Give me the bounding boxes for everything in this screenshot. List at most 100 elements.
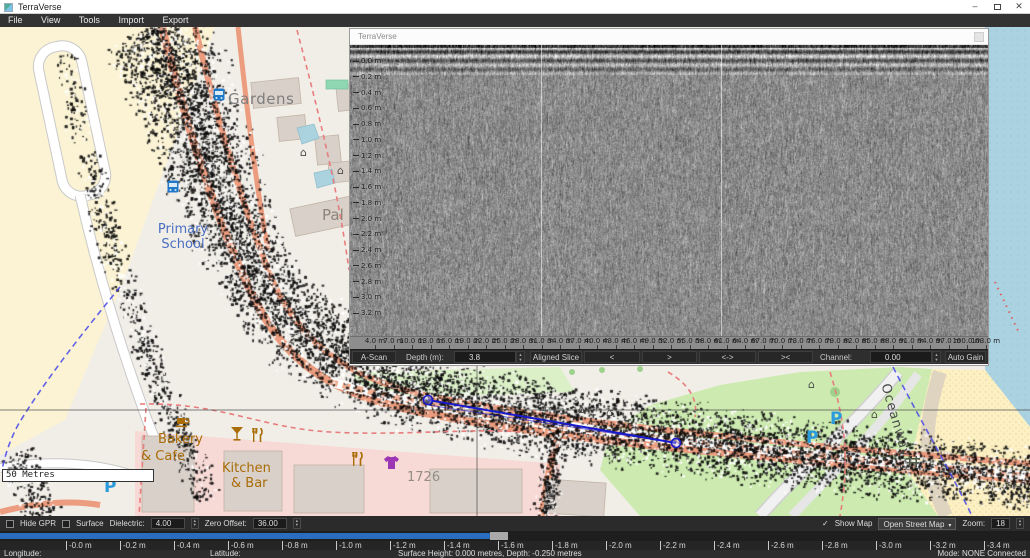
gpr-depth-tick: 2.8 m bbox=[353, 278, 381, 286]
map-scale-box: 50 Metres bbox=[2, 469, 154, 482]
surface-checkbox[interactable] bbox=[62, 520, 70, 528]
gpr-window-title: TerraVerse bbox=[358, 32, 397, 41]
map-label-primary-school: Primary School bbox=[148, 222, 218, 252]
expand-button[interactable]: <-> bbox=[699, 351, 756, 363]
longitude-label: Longitude: bbox=[4, 550, 41, 558]
mode-status: Mode: NONE Connected bbox=[938, 550, 1027, 558]
shelter-icon: ⌂ bbox=[300, 146, 307, 159]
gpr-distance-tick: 103.0 m bbox=[971, 337, 1001, 345]
map-label-kitchen: Kitchen bbox=[222, 461, 271, 476]
menu-import[interactable]: Import bbox=[110, 14, 152, 27]
parking-icon: P bbox=[806, 428, 818, 448]
menu-bar: File View Tools Import Export bbox=[0, 14, 1030, 27]
window-title: TerraVerse bbox=[18, 1, 62, 14]
map-provider-value: Open Street Map bbox=[883, 520, 944, 529]
survey-endpoint-end bbox=[672, 439, 681, 448]
gpr-depth-tick: 0.2 m bbox=[353, 73, 381, 81]
map-label-bakery: Bakery bbox=[158, 432, 203, 447]
hide-gpr-checkbox[interactable] bbox=[6, 520, 14, 528]
ruler-tick: -2.6 m bbox=[768, 541, 794, 550]
app-icon bbox=[4, 3, 13, 12]
depth-label: Depth (m): bbox=[406, 352, 444, 363]
gpr-depth-tick: 0.0 m bbox=[353, 57, 381, 65]
next-slice-button[interactable]: > bbox=[642, 351, 697, 363]
menu-tools[interactable]: Tools bbox=[71, 14, 108, 27]
menu-file[interactable]: File bbox=[0, 14, 31, 27]
menu-view[interactable]: View bbox=[33, 14, 68, 27]
gpr-bscan-view[interactable]: 0.0 m0.2 m0.4 m0.6 m0.8 m1.0 m1.2 m1.4 m… bbox=[350, 45, 988, 336]
zero-offset-input[interactable]: 36.00 bbox=[253, 518, 287, 529]
ruler-tick: -0.4 m bbox=[174, 541, 200, 550]
gpr-window[interactable]: TerraVerse 0.0 m0.2 m0.4 m0.6 m0.8 m1.0 … bbox=[349, 28, 989, 366]
show-map-label: Show Map bbox=[835, 519, 873, 528]
gpr-depth-tick: 1.4 m bbox=[353, 167, 381, 175]
gpr-depth-tick: 0.4 m bbox=[353, 89, 381, 97]
zoom-label: Zoom: bbox=[962, 519, 985, 528]
shelter-icon: ⌂ bbox=[578, 403, 585, 416]
dielectric-spinner[interactable]: ▲▼ bbox=[191, 518, 199, 529]
shelter-icon: ⌂ bbox=[808, 378, 815, 391]
gpr-depth-tick: 1.6 m bbox=[353, 183, 381, 191]
ruler-tick: -0.8 m bbox=[282, 541, 308, 550]
gpr-depth-tick: 2.2 m bbox=[353, 230, 381, 238]
map-label-school: School bbox=[148, 237, 218, 252]
maximize-icon bbox=[994, 4, 1001, 10]
ruler-tick: -0.2 m bbox=[120, 541, 146, 550]
shelter-icon: ⌂ bbox=[337, 164, 344, 177]
menu-export[interactable]: Export bbox=[154, 14, 196, 27]
zero-offset-label: Zero Offset: bbox=[205, 519, 247, 528]
ruler-tick: -2.2 m bbox=[660, 541, 686, 550]
gpr-window-button[interactable] bbox=[974, 32, 984, 42]
zero-offset-spinner[interactable]: ▲▼ bbox=[293, 518, 301, 529]
depth-spinner[interactable]: ▲▼ bbox=[516, 351, 525, 363]
map-label-bar: & Bar bbox=[231, 476, 268, 491]
map-label-primary: Primary bbox=[148, 222, 218, 237]
application-window: TerraVerse – ✕ File View Tools Import Ex… bbox=[0, 0, 1030, 558]
map-provider-dropdown[interactable]: Open Street Map▾ bbox=[878, 518, 956, 530]
map-label-house-number: 1726 bbox=[407, 470, 440, 485]
auto-gain-button[interactable]: Auto Gain bbox=[945, 351, 986, 363]
prev-slice-button[interactable]: < bbox=[584, 351, 640, 363]
picnic-table-icon bbox=[906, 456, 920, 467]
dielectric-input[interactable]: 4.00 bbox=[151, 518, 185, 529]
zoom-spinner[interactable]: ▲▼ bbox=[1016, 518, 1024, 529]
gpr-depth-tick: 1.0 m bbox=[353, 136, 381, 144]
ruler-tick: -2.4 m bbox=[714, 541, 740, 550]
minimize-button[interactable]: – bbox=[964, 0, 986, 14]
gpr-distance-axis: 4.0 m7.0 m10.0 m13.0 m16.0 m19.0 m22.0 m… bbox=[350, 336, 988, 349]
aligned-slice-button[interactable]: Aligned Slice bbox=[530, 351, 582, 363]
channel-spinner[interactable]: ▲▼ bbox=[932, 351, 941, 363]
hide-gpr-label: Hide GPR bbox=[20, 519, 56, 528]
surface-height-status: Surface Height: 0.000 metres, Depth: -0.… bbox=[398, 550, 582, 558]
a-scan-button[interactable]: A-Scan bbox=[352, 351, 396, 363]
bus-stop-icon bbox=[167, 180, 179, 193]
ruler-tick: -3.0 m bbox=[876, 541, 902, 550]
depth-input[interactable]: 3.8 bbox=[454, 351, 516, 363]
map-label-cafe: & Cafe bbox=[141, 449, 185, 464]
cutlery-icon bbox=[352, 452, 363, 466]
latitude-label: Latitude: bbox=[210, 550, 241, 558]
scrollbar-handle[interactable] bbox=[490, 532, 508, 540]
tshirt-icon bbox=[384, 456, 399, 469]
coffee-icon bbox=[176, 416, 190, 428]
maximize-button[interactable] bbox=[986, 0, 1008, 14]
show-map-checkbox[interactable]: ✓ bbox=[822, 519, 829, 528]
contract-button[interactable]: >< bbox=[758, 351, 813, 363]
zoom-input[interactable]: 18 bbox=[991, 518, 1010, 529]
channel-input[interactable]: 0.00 bbox=[870, 351, 932, 363]
position-scrollbar[interactable] bbox=[0, 531, 1030, 541]
gpr-file-seam bbox=[541, 45, 542, 336]
gpr-bscan-image bbox=[350, 45, 988, 336]
gpr-depth-tick: 0.8 m bbox=[353, 120, 381, 128]
cutlery-icon bbox=[252, 428, 263, 442]
shelter-icon: ⌂ bbox=[871, 408, 878, 421]
close-button[interactable]: ✕ bbox=[1008, 0, 1030, 14]
cocktail-icon bbox=[231, 427, 243, 441]
gpr-window-titlebar[interactable]: TerraVerse bbox=[350, 29, 988, 45]
ruler-tick: -1.0 m bbox=[336, 541, 362, 550]
gpr-depth-tick: 1.2 m bbox=[353, 152, 381, 160]
status-bar: Longitude: Latitude: Surface Height: 0.0… bbox=[0, 550, 1030, 558]
survey-line bbox=[424, 396, 681, 448]
os-titlebar: TerraVerse – ✕ bbox=[0, 0, 1030, 14]
channel-label: Channel: bbox=[820, 352, 852, 363]
